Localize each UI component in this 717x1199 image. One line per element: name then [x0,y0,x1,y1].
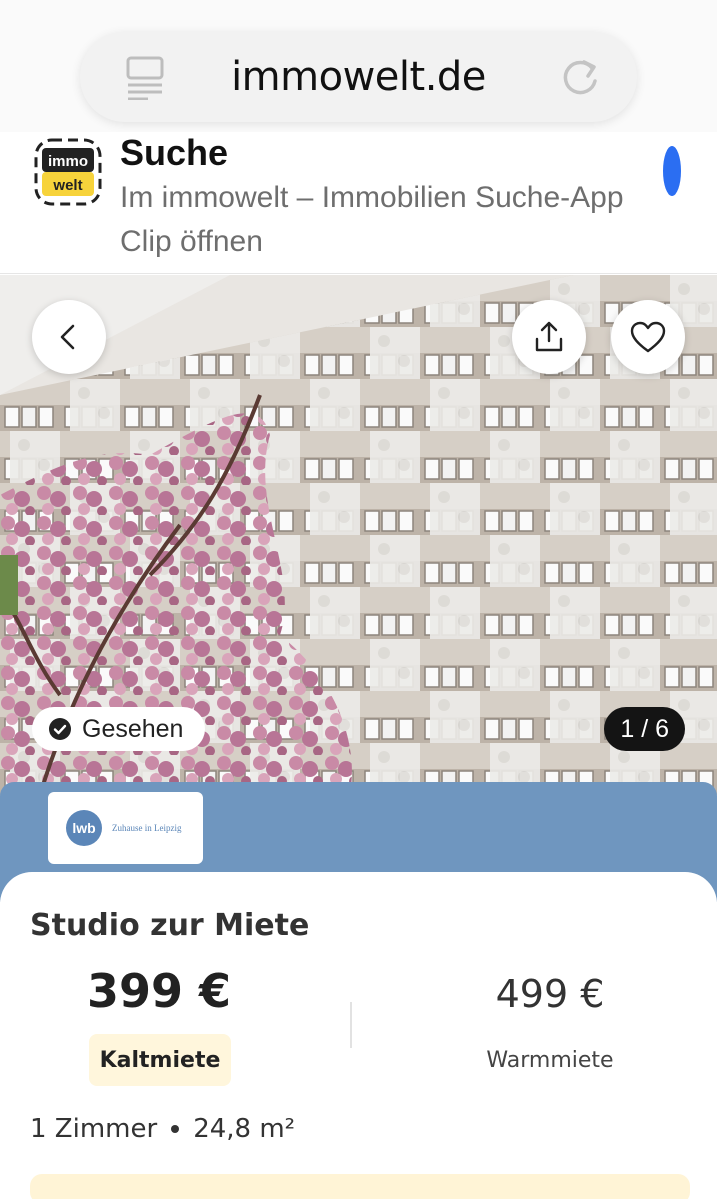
lwb-logo-mark: lwb [66,810,102,846]
app-clip-subtitle[interactable]: Im immowelt – Immobilien Suche-App Clip … [120,176,660,264]
seen-label: Gesehen [82,714,184,743]
url-text[interactable]: immowelt.de [80,54,637,100]
living-area: 24,8 m² [193,1114,296,1144]
rooms-count: 1 Zimmer [30,1114,158,1144]
seen-badge: Gesehen [32,707,206,751]
browser-url-area: immowelt.de [0,0,717,132]
info-banner-edge [30,1174,690,1199]
heart-icon [630,321,666,353]
photo-counter: 1 / 6 [604,707,685,751]
share-button[interactable] [512,300,586,374]
listing-photo-gallery[interactable]: Gesehen 1 / 6 [0,275,717,795]
svg-text:immo: immo [48,153,88,170]
app-clip-banner[interactable]: immo welt Suche Im immowelt – Immobilien… [0,132,717,274]
check-circle-icon [49,718,71,740]
warm-rent-label: Warmmiete [486,1048,614,1073]
listing-card: Studio zur Miete 399 € 499 € Kaltmiete W… [0,872,717,1199]
svg-text:welt: welt [52,177,82,194]
immowelt-app-icon: immo welt [34,138,102,206]
provider-logo[interactable]: lwb Zuhause in Leipzig [48,792,203,864]
app-clip-title: Suche [120,132,229,173]
back-button[interactable] [32,300,106,374]
price-divider [350,1002,352,1048]
cold-rent-label: Kaltmiete [89,1034,231,1086]
share-icon [535,321,563,352]
reload-icon[interactable] [557,54,603,100]
listing-facts: 1 Zimmer 24,8 m² [30,1114,295,1144]
chevron-left-icon [60,324,75,350]
warm-rent-price: 499 € [495,972,605,1016]
url-bar[interactable]: immowelt.de [80,32,637,122]
bullet-separator [171,1125,180,1133]
listing-title: Studio zur Miete [30,908,310,943]
favorite-button[interactable] [611,300,685,374]
cold-rent-price: 399 € [86,964,232,1018]
page-indicator-dot [663,146,681,196]
provider-tagline: Zuhause in Leipzig [112,823,182,833]
